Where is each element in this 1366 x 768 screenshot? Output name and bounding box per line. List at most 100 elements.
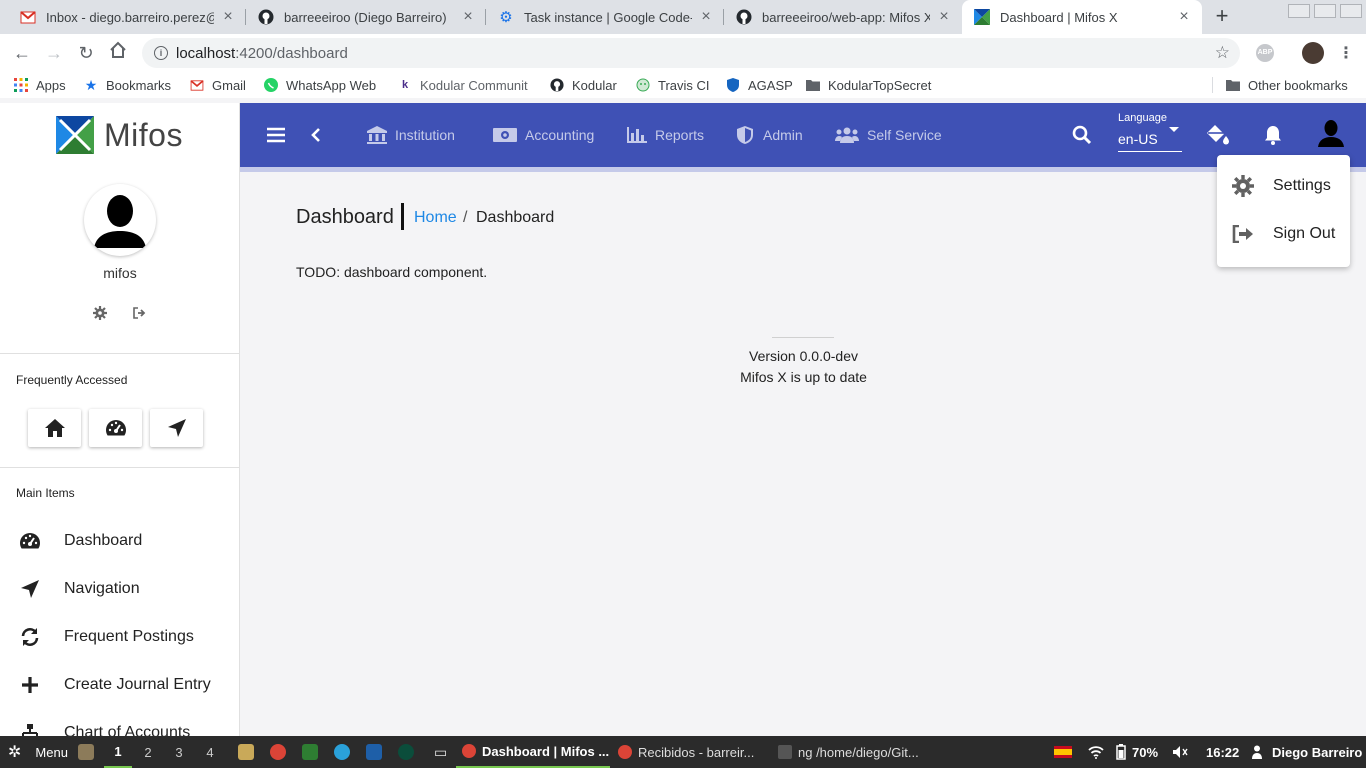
dashboard-gauge-icon <box>18 529 42 553</box>
wifi-icon[interactable] <box>1088 736 1104 768</box>
language-select[interactable]: en-US <box>1118 131 1158 147</box>
sidebar-item-chart-of-accounts[interactable]: Chart of Accounts <box>0 709 239 736</box>
browser-tab[interactable]: ⚙ Task instance | Google Code-i × <box>486 0 724 34</box>
close-window-button[interactable] <box>1340 4 1362 18</box>
menu-label: Self Service <box>867 127 942 143</box>
settings-menu-item[interactable]: Settings <box>1217 162 1350 210</box>
close-icon[interactable]: × <box>1176 9 1192 25</box>
window-list-icon[interactable]: ▭ <box>434 736 447 768</box>
info-icon[interactable]: i <box>154 46 168 60</box>
menu-admin[interactable]: Admin <box>735 123 803 147</box>
chevron-down-icon[interactable] <box>1169 127 1179 132</box>
bookmark-star-icon[interactable]: ☆ <box>1215 43 1230 63</box>
tab-title: barreeeiroo (Diego Barreiro) <box>284 9 447 25</box>
home-button[interactable] <box>106 41 130 65</box>
bookmark-label: Kodular Communit <box>420 77 528 93</box>
file-manager-icon[interactable] <box>78 744 94 760</box>
chrome-icon[interactable] <box>270 744 286 760</box>
volume-icon[interactable] <box>1172 736 1188 768</box>
sidebar-item-navigation[interactable]: Navigation <box>0 565 239 613</box>
sidebar-item-label: Chart of Accounts <box>64 724 191 736</box>
workspace-2[interactable]: 2 <box>134 736 162 768</box>
adblock-icon[interactable]: ABP <box>1256 44 1274 62</box>
bookmark-item[interactable]: Apps <box>14 76 66 94</box>
forward-button[interactable]: → <box>42 41 66 65</box>
task-item-active[interactable]: Dashboard | Mifos ... <box>456 736 610 768</box>
sidebar-item-label: Dashboard <box>64 532 143 549</box>
bookmark-item[interactable]: AGASP <box>726 76 793 94</box>
app-s-icon[interactable] <box>302 744 318 760</box>
menu-institution[interactable]: Institution <box>367 123 455 147</box>
task-item[interactable]: ng /home/diego/Git... <box>772 736 932 768</box>
gitkraken-icon[interactable] <box>398 744 414 760</box>
avatar[interactable] <box>84 184 156 256</box>
app-toolbar: Institution Accounting Reports Admin Sel… <box>240 103 1366 167</box>
address-bar[interactable]: i localhost:4200/dashboard ☆ <box>142 38 1240 68</box>
task-label: Recibidos - barreir... <box>638 744 755 760</box>
workspace-4[interactable]: 4 <box>196 736 224 768</box>
start-menu-button[interactable]: ✲ Menu <box>8 736 68 768</box>
sign-out-icon[interactable] <box>132 306 148 322</box>
clock[interactable]: 16:22 <box>1206 736 1239 768</box>
browser-tab[interactable]: Inbox - diego.barreiro.perez@ × <box>8 0 246 34</box>
chevron-left-icon[interactable] <box>310 123 322 147</box>
bookmark-item[interactable]: ★ Bookmarks <box>84 76 171 94</box>
sidebar-item-dashboard[interactable]: Dashboard <box>0 517 239 565</box>
battery-indicator[interactable]: 70% <box>1116 736 1158 768</box>
gear-icon[interactable] <box>92 306 108 322</box>
dashboard-gauge-icon <box>105 420 126 436</box>
sidebar-item-create-journal-entry[interactable]: Create Journal Entry <box>0 661 239 709</box>
quick-home-button[interactable] <box>28 409 81 447</box>
hamburger-menu-icon[interactable] <box>266 123 286 147</box>
browser-tab-active[interactable]: Dashboard | Mifos X × <box>962 0 1202 34</box>
plus-icon <box>18 673 42 697</box>
sidebar-item-frequent-postings[interactable]: Frequent Postings <box>0 613 239 661</box>
browser-tab[interactable]: barreeeiroo/web-app: Mifos X × <box>724 0 962 34</box>
menu-reports[interactable]: Reports <box>627 123 704 147</box>
profile-avatar-icon[interactable] <box>1302 42 1324 64</box>
browser-tab-strip: Inbox - diego.barreiro.perez@ × barreeei… <box>0 0 1366 34</box>
keyboard-layout-flag-icon[interactable] <box>1054 736 1072 768</box>
users-icon <box>835 126 859 144</box>
back-button[interactable]: ← <box>10 41 34 65</box>
minimize-button[interactable] <box>1288 4 1310 18</box>
close-icon[interactable]: × <box>698 9 714 25</box>
task-item[interactable]: Recibidos - barreir... <box>612 736 768 768</box>
bookmark-item[interactable]: k Kodular Communit <box>398 76 528 94</box>
kebab-menu-icon[interactable]: ⋮ <box>1338 43 1354 63</box>
telegram-icon[interactable] <box>334 744 350 760</box>
sign-out-menu-item[interactable]: Sign Out <box>1217 210 1350 258</box>
frequently-accessed-title: Frequently Accessed <box>16 373 128 387</box>
workspace-3[interactable]: 3 <box>165 736 193 768</box>
bookmark-item[interactable]: KodularTopSecret <box>806 76 931 94</box>
quick-dashboard-button[interactable] <box>89 409 142 447</box>
github-icon <box>736 9 752 25</box>
new-tab-button[interactable]: + <box>1210 5 1234 28</box>
close-icon[interactable]: × <box>220 9 236 25</box>
bookmark-item[interactable]: WhatsApp Web <box>264 76 376 94</box>
close-icon[interactable]: × <box>460 9 476 25</box>
user-session[interactable]: Diego Barreiro <box>1252 736 1362 768</box>
page-title: Dashboard <box>296 206 394 228</box>
theme-paint-bucket-icon[interactable] <box>1206 123 1230 147</box>
bookmark-item[interactable]: Gmail <box>190 76 246 94</box>
vscode-icon[interactable] <box>366 744 382 760</box>
quick-navigation-button[interactable] <box>150 409 203 447</box>
bookmark-item[interactable]: Kodular <box>550 76 617 94</box>
user-account-icon[interactable] <box>1318 120 1344 147</box>
search-icon[interactable] <box>1072 123 1092 147</box>
other-bookmarks[interactable]: Other bookmarks <box>1226 76 1348 94</box>
browser-tab[interactable]: barreeeiroo (Diego Barreiro) × <box>246 0 486 34</box>
menu-self-service[interactable]: Self Service <box>835 123 942 147</box>
close-icon[interactable]: × <box>936 9 952 25</box>
breadcrumb-home-link[interactable]: Home <box>414 209 457 227</box>
menu-accounting[interactable]: Accounting <box>493 123 594 147</box>
reload-button[interactable]: ↻ <box>74 41 98 65</box>
bell-icon[interactable] <box>1264 123 1282 147</box>
gear-icon: ⚙ <box>499 9 513 26</box>
bookmark-item[interactable]: Travis CI <box>636 76 710 94</box>
maximize-button[interactable] <box>1314 4 1336 18</box>
folder-icon[interactable] <box>238 744 254 760</box>
brand[interactable]: Mifos <box>56 116 183 154</box>
workspace-1[interactable]: 1 <box>104 736 132 768</box>
